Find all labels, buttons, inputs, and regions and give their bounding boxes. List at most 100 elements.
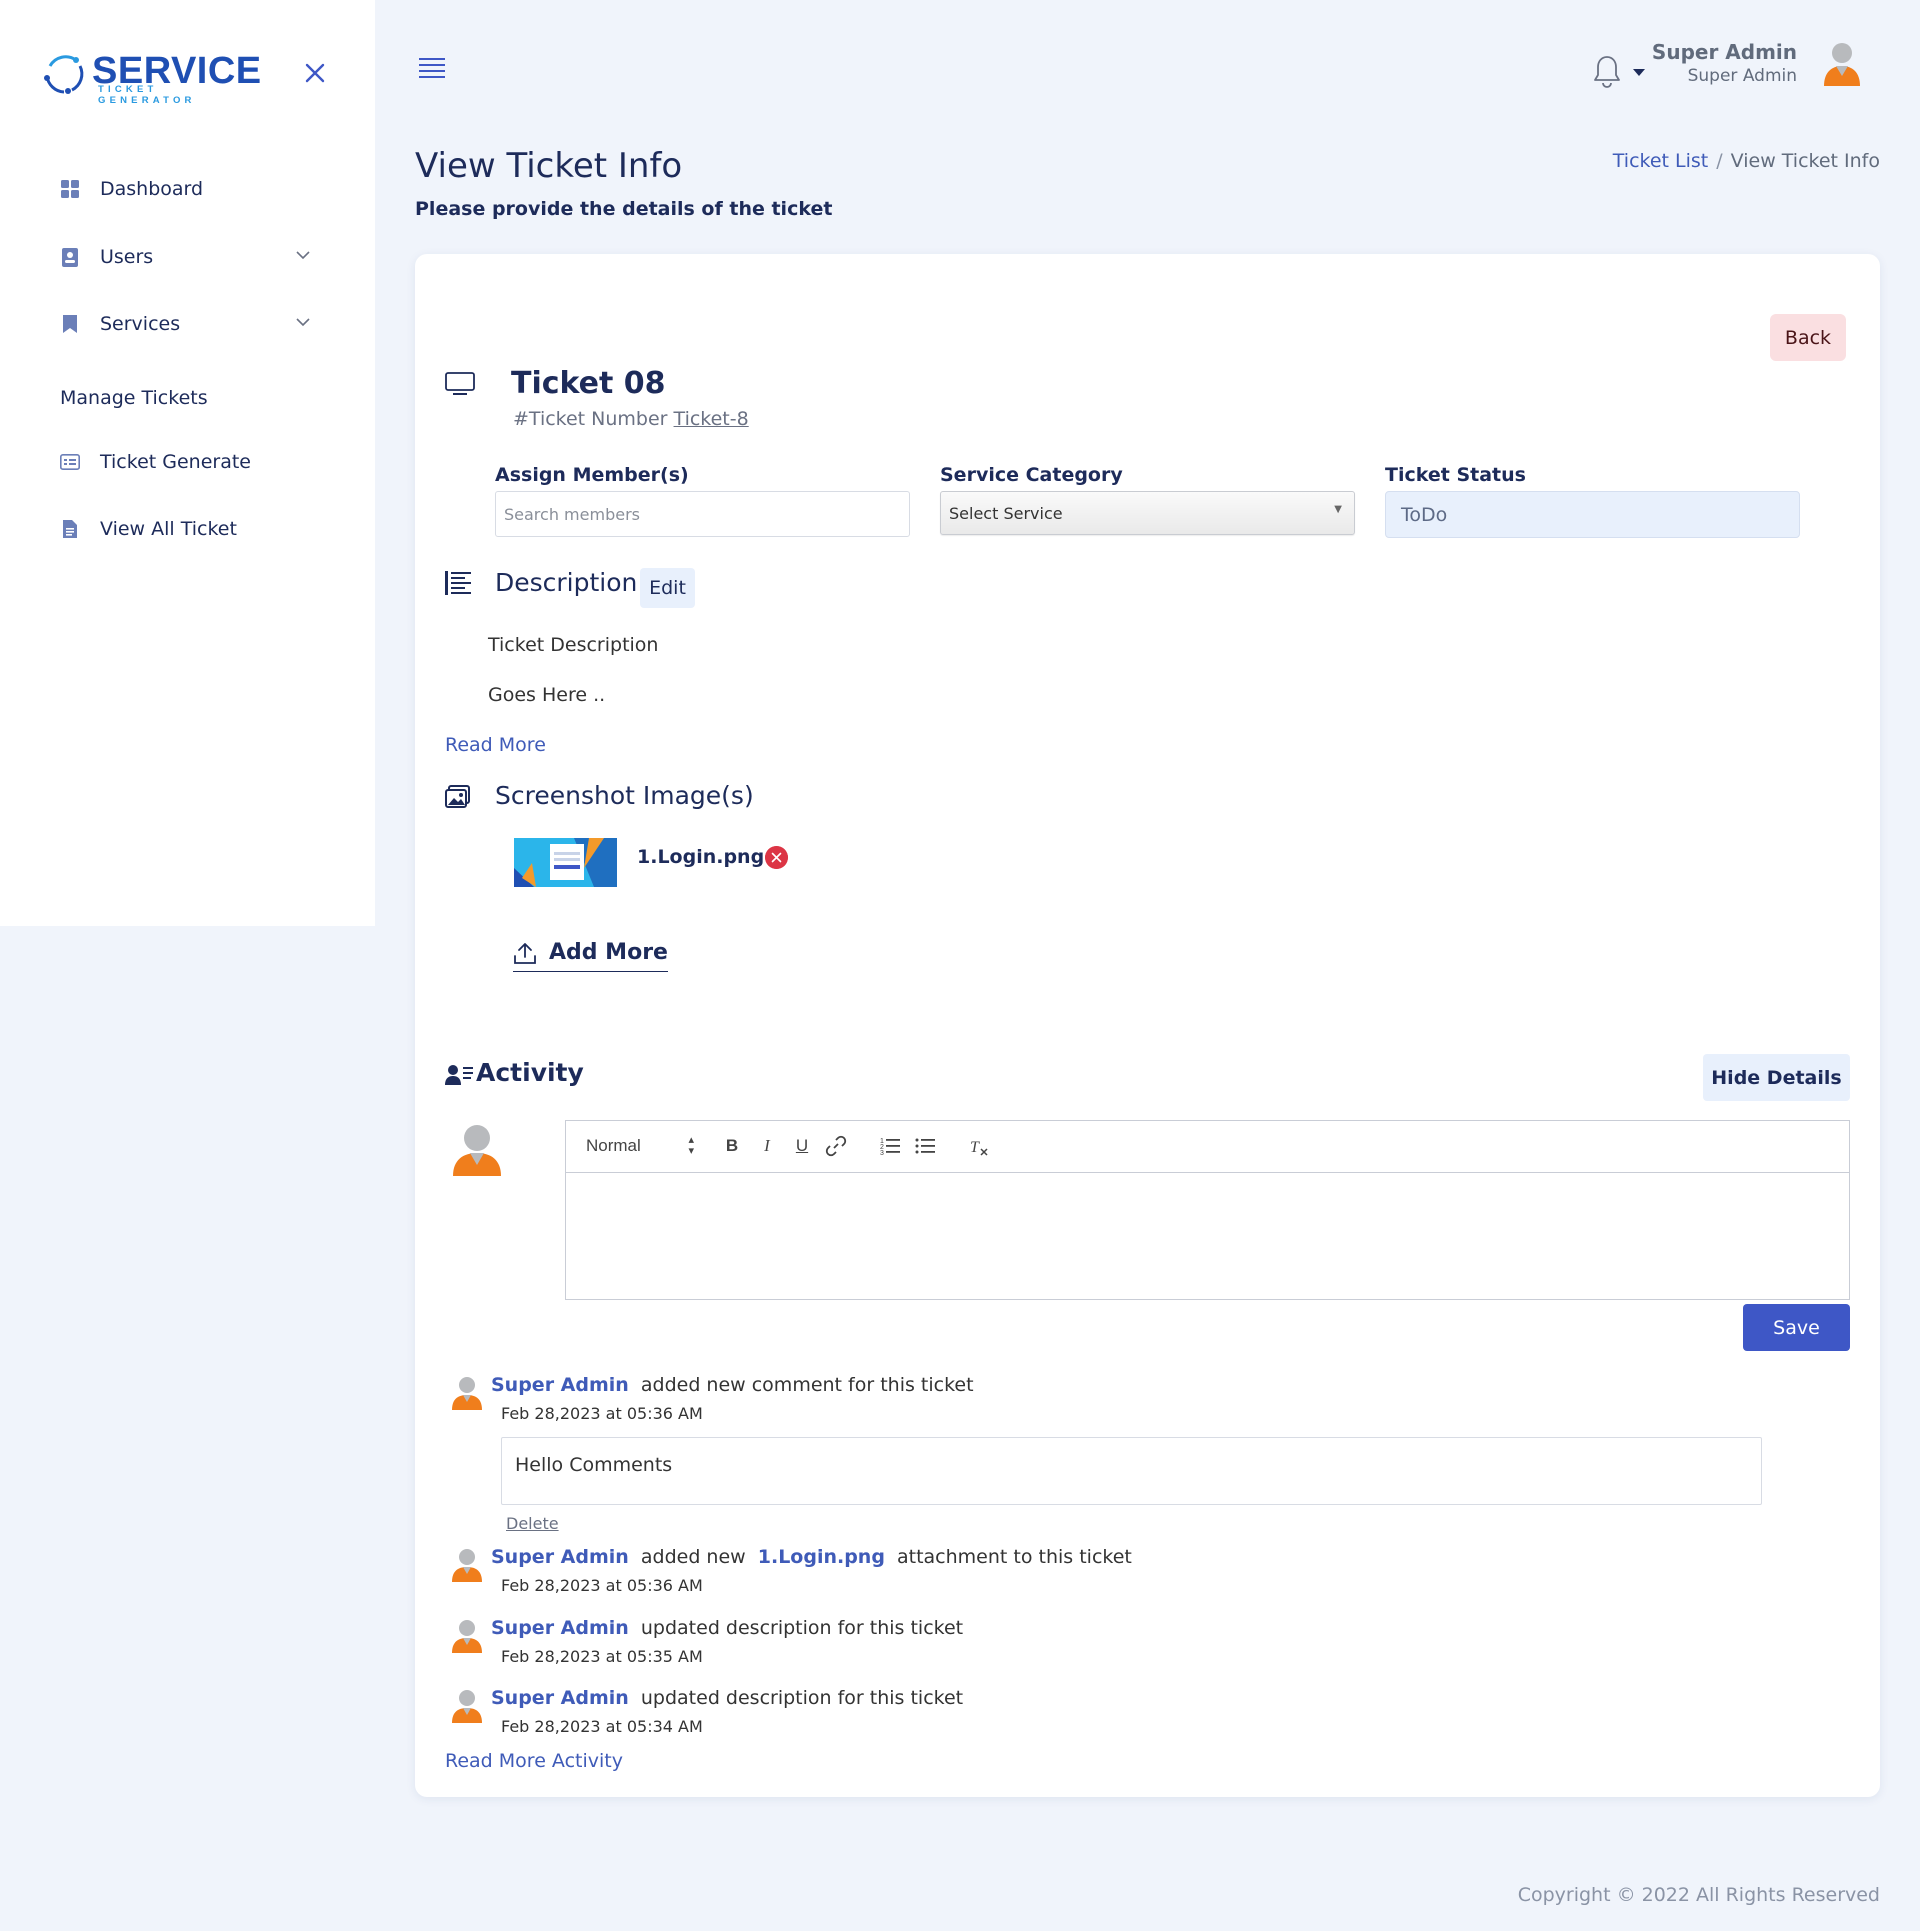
breadcrumb-separator: / (1716, 150, 1723, 172)
sidebar-item-label: Services (100, 313, 181, 335)
description-title: Description (495, 568, 638, 597)
text-format-value: Normal (586, 1136, 641, 1155)
description-line: Ticket Description (488, 634, 659, 656)
footer-copyright: Copyright © 2022 All Rights Reserved (1517, 1884, 1880, 1906)
activity-action: added new (640, 1546, 746, 1568)
chevron-down-icon[interactable] (294, 249, 312, 261)
sidebar-item-view-all-ticket[interactable]: View All Ticket (60, 518, 237, 540)
sidebar-item-dashboard[interactable]: Dashboard (60, 178, 203, 200)
activity-user-link[interactable]: Super Admin (491, 1546, 629, 1568)
ticket-number-prefix: #Ticket Number (513, 408, 668, 430)
activity-user-avatar-icon (452, 1620, 482, 1653)
activity-user-link[interactable]: Super Admin (491, 1617, 629, 1639)
header-user-role: Super Admin (1687, 66, 1797, 86)
activity-user-avatar-icon (452, 1549, 482, 1582)
bullet-list-icon[interactable] (914, 1135, 936, 1157)
select-arrow-icon: ▼ (1334, 504, 1342, 515)
comment-box: Hello Comments (501, 1437, 1762, 1505)
remove-file-icon[interactable] (765, 846, 788, 869)
add-more-files-button[interactable]: Add More (513, 940, 668, 972)
activity-date: Feb 28,2023 at 05:36 AM (501, 1576, 703, 1595)
activity-date: Feb 28,2023 at 05:34 AM (501, 1717, 703, 1736)
ticket-status-value: ToDo (1401, 503, 1448, 526)
activity-text: Super Admin updated description for this… (491, 1617, 963, 1639)
user-avatar-icon[interactable] (1822, 42, 1862, 88)
bookmark-icon (60, 314, 80, 334)
editor-toolbar: Normal ▴ ▾ B I U 1 2 3 T (566, 1121, 1849, 1173)
breadcrumb-current: View Ticket Info (1730, 150, 1880, 172)
hamburger-menu-icon[interactable] (418, 56, 446, 80)
ticket-number-link[interactable]: Ticket-8 (674, 408, 749, 430)
activity-action: added new comment for this ticket (640, 1374, 974, 1396)
hide-details-button[interactable]: Hide Details (1703, 1054, 1850, 1101)
logo-ring-icon (44, 55, 84, 94)
sidebar-item-label: Ticket Generate (100, 451, 251, 473)
activity-text: Super Admin added new 1.Login.png attach… (491, 1546, 1132, 1568)
ticket-status-label: Ticket Status (1385, 464, 1526, 486)
breadcrumb-ticket-list-link[interactable]: Ticket List (1613, 150, 1708, 172)
read-more-activity-link[interactable]: Read More Activity (445, 1750, 623, 1772)
upload-icon (514, 942, 536, 964)
screenshot-thumbnail[interactable] (514, 838, 617, 887)
delete-comment-link[interactable]: Delete (506, 1514, 559, 1533)
chevron-down-icon[interactable] (294, 316, 312, 328)
read-more-description-link[interactable]: Read More (445, 734, 546, 756)
assign-members-search-input[interactable] (495, 491, 910, 537)
service-category-label: Service Category (940, 464, 1123, 486)
sidebar-item-label: View All Ticket (100, 518, 237, 540)
add-more-label: Add More (549, 940, 668, 965)
service-logo[interactable]: SERVICE TICKET GENERATOR (42, 48, 261, 106)
activity-user-link[interactable]: Super Admin (491, 1374, 629, 1396)
notification-dropdown-caret-icon[interactable] (1633, 69, 1645, 76)
screenshots-title: Screenshot Image(s) (495, 781, 754, 810)
ticket-list-icon (60, 452, 80, 472)
editor-content-area[interactable] (566, 1173, 1849, 1299)
close-sidebar-icon[interactable] (300, 58, 330, 88)
sidebar-item-services[interactable]: Services (60, 313, 180, 335)
current-user-avatar-icon (453, 1125, 501, 1176)
clear-format-icon[interactable]: T (968, 1135, 990, 1157)
sidebar: SERVICE TICKET GENERATOR Dashboard Users… (0, 0, 375, 926)
back-button[interactable]: Back (1770, 314, 1846, 361)
sidebar-item-ticket-generate[interactable]: Ticket Generate (60, 451, 251, 473)
header-user-name[interactable]: Super Admin (1652, 40, 1797, 64)
activity-title: Activity (476, 1058, 584, 1087)
ordered-list-icon[interactable]: 1 2 3 (879, 1135, 901, 1157)
edit-description-button[interactable]: Edit (640, 568, 695, 608)
monitor-icon (445, 372, 475, 395)
description-list-icon (445, 571, 471, 595)
notification-bell-icon[interactable] (1592, 54, 1622, 88)
bold-button[interactable]: B (721, 1135, 743, 1157)
sidebar-item-users[interactable]: Users (60, 246, 153, 268)
activity-text: Super Admin updated description for this… (491, 1687, 963, 1709)
ticket-title: Ticket 08 (511, 366, 666, 401)
italic-button[interactable]: I (756, 1135, 778, 1157)
activity-user-link[interactable]: Super Admin (491, 1687, 629, 1709)
ticket-status-field: ToDo (1385, 491, 1800, 538)
activity-attachment-link[interactable]: 1.Login.png (758, 1546, 885, 1568)
document-icon (60, 519, 80, 539)
assign-members-label: Assign Member(s) (495, 464, 689, 486)
activity-action: attachment to this ticket (896, 1546, 1132, 1568)
images-icon (445, 785, 470, 808)
activity-action: updated description for this ticket (640, 1617, 964, 1639)
activity-date: Feb 28,2023 at 05:36 AM (501, 1404, 703, 1423)
page-subtitle: Please provide the details of the ticket (415, 198, 833, 220)
activity-date: Feb 28,2023 at 05:35 AM (501, 1647, 703, 1666)
activity-user-avatar-icon (452, 1690, 482, 1723)
link-icon[interactable] (825, 1135, 847, 1157)
ticket-card: Back Ticket 08 #Ticket Number Ticket-8 A… (415, 254, 1880, 1797)
screenshot-file-name: 1.Login.png (637, 846, 765, 868)
sidebar-item-label: Users (100, 246, 154, 268)
ticket-number: #Ticket Number Ticket-8 (513, 408, 749, 430)
save-comment-button[interactable]: Save (1743, 1304, 1850, 1351)
sort-arrows-icon: ▴ ▾ (688, 1134, 694, 1157)
service-category-select[interactable]: Select Service ▼ (940, 491, 1355, 535)
comment-editor: Normal ▴ ▾ B I U 1 2 3 T (565, 1120, 1850, 1300)
underline-button[interactable]: U (791, 1135, 813, 1157)
service-category-value: Select Service (949, 503, 1063, 523)
sidebar-section-heading: Manage Tickets (60, 387, 208, 409)
description-line: Goes Here .. (488, 684, 606, 706)
text-format-select[interactable]: Normal ▴ ▾ (586, 1135, 694, 1157)
svg-text:3: 3 (880, 1150, 884, 1157)
